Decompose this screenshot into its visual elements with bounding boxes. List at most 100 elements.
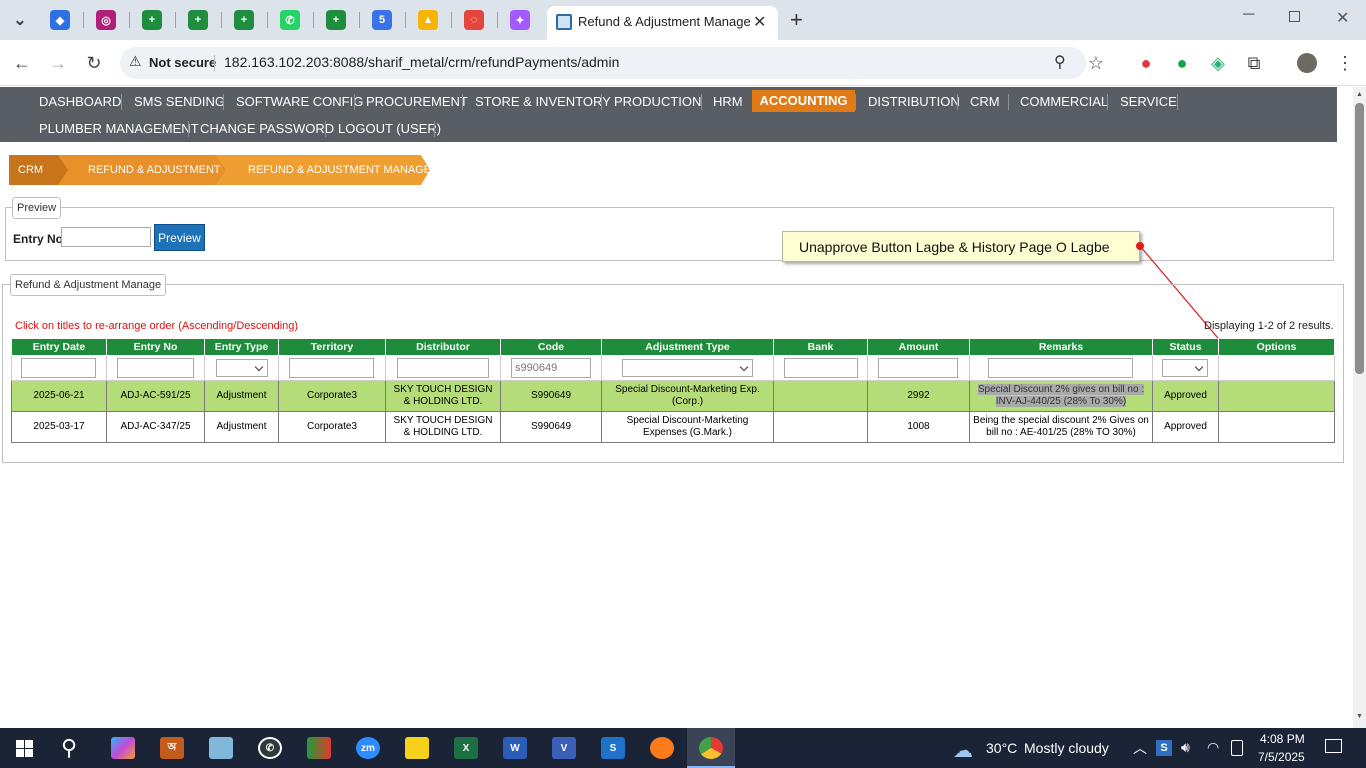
tray-chevron-up-icon[interactable]: ︿: [1133, 738, 1147, 758]
menu-item-service[interactable]: SERVICE: [1120, 91, 1177, 113]
calendar-icon[interactable]: 5: [372, 10, 392, 30]
battery-icon[interactable]: [1231, 740, 1243, 756]
col-territory[interactable]: Territory: [278, 338, 386, 356]
menu-item-logout-user[interactable]: LOGOUT (USER): [338, 118, 441, 140]
scrollbar-down-arrow-icon[interactable]: ▼: [1356, 713, 1363, 720]
security-label[interactable]: Not secure: [149, 55, 216, 70]
grammarly-icon[interactable]: ●: [1170, 51, 1194, 75]
tray-app-s-icon[interactable]: S: [1156, 740, 1172, 756]
figma-icon[interactable]: ✦: [510, 10, 530, 30]
col-entry-date[interactable]: Entry Date: [11, 338, 107, 356]
new-tab-button[interactable]: +: [790, 7, 803, 33]
breadcrumb-crm[interactable]: CRM: [18, 155, 43, 185]
menu-item-commercial[interactable]: COMMERCIAL: [1020, 91, 1108, 113]
minimize-window-icon[interactable]: ─: [1243, 6, 1254, 24]
files-icon[interactable]: [209, 737, 233, 759]
filter-territory-input[interactable]: [289, 358, 374, 378]
filter-entry-type-select[interactable]: [216, 359, 268, 377]
col-bank[interactable]: Bank: [773, 338, 868, 356]
table-row[interactable]: 2025-06-21 ADJ-AC-591/25 Adjustment Corp…: [11, 380, 1335, 412]
col-status[interactable]: Status: [1152, 338, 1219, 356]
bookmark-star-icon[interactable]: ☆: [1084, 51, 1108, 75]
reload-icon[interactable]: ↻: [82, 51, 106, 75]
excel-icon[interactable]: X: [454, 737, 478, 759]
app-icon[interactable]: [307, 737, 331, 759]
tab-list-icon[interactable]: ⌄: [10, 10, 30, 30]
app-icon[interactable]: অ: [160, 737, 184, 759]
whatsapp-icon[interactable]: ✆: [280, 10, 300, 30]
profile-avatar[interactable]: [1297, 53, 1317, 73]
filter-entry-date-input[interactable]: [21, 358, 96, 378]
menu-item-sms-sending[interactable]: SMS SENDING: [134, 91, 225, 113]
close-window-icon[interactable]: ✕: [1336, 8, 1349, 28]
col-adjustment-type[interactable]: Adjustment Type: [601, 338, 774, 356]
whatsapp-icon[interactable]: ✆: [258, 737, 282, 759]
sheets-icon[interactable]: +: [142, 10, 162, 30]
extensions-puzzle-icon[interactable]: ⧉: [1242, 51, 1266, 75]
url-text[interactable]: 182.163.102.203:8088/sharif_metal/crm/re…: [224, 54, 619, 70]
zoom-icon[interactable]: ⚲: [1054, 52, 1066, 72]
address-bar[interactable]: ⚠ Not secure 182.163.102.203:8088/sharif…: [120, 47, 1086, 79]
menu-item-store-inventory[interactable]: STORE & INVENTORY: [475, 91, 611, 113]
col-remarks[interactable]: Remarks: [969, 338, 1153, 356]
windows-start-icon[interactable]: [16, 740, 33, 757]
filter-bank-input[interactable]: [784, 358, 858, 378]
app-icon[interactable]: ◎: [96, 10, 116, 30]
filter-remarks-input[interactable]: [988, 358, 1133, 378]
extension-red-icon[interactable]: ●: [1134, 51, 1158, 75]
menu-item-accounting[interactable]: ACCOUNTING: [752, 90, 855, 112]
menu-item-crm[interactable]: CRM: [970, 91, 1000, 113]
entry-no-input[interactable]: [61, 227, 151, 247]
table-row[interactable]: 2025-03-17 ADJ-AC-347/25 Adjustment Corp…: [11, 411, 1335, 443]
menu-item-dashboard[interactable]: DASHBOARD: [39, 91, 121, 113]
col-entry-no[interactable]: Entry No: [106, 338, 205, 356]
extension-green-icon[interactable]: ◈: [1206, 51, 1230, 75]
volume-icon[interactable]: 🔊︎: [1181, 739, 1190, 756]
weather-temp[interactable]: 30°C: [986, 740, 1017, 756]
back-arrow-icon[interactable]: ←: [10, 51, 34, 75]
restore-window-icon[interactable]: [1289, 11, 1300, 22]
col-entry-type[interactable]: Entry Type: [204, 338, 279, 356]
drive-icon[interactable]: ▲: [418, 10, 438, 30]
app-icon[interactable]: ◆: [50, 10, 70, 30]
copilot-icon[interactable]: [111, 737, 135, 759]
firefox-icon[interactable]: [650, 737, 674, 759]
filter-status-select[interactable]: [1162, 359, 1208, 377]
chrome-icon[interactable]: [699, 737, 723, 759]
filter-entry-no-input[interactable]: [117, 358, 194, 378]
menu-item-production[interactable]: PRODUCTION: [614, 91, 701, 113]
wifi-icon[interactable]: ◠: [1207, 739, 1219, 756]
scrollbar-up-arrow-icon[interactable]: ▲: [1356, 91, 1363, 98]
sheets-icon[interactable]: +: [188, 10, 208, 30]
app-s-icon[interactable]: S: [601, 737, 625, 759]
filter-amount-input[interactable]: [878, 358, 958, 378]
close-tab-icon[interactable]: ✕: [753, 12, 766, 32]
browser-menu-icon[interactable]: ⋮: [1333, 51, 1357, 75]
page-scrollbar[interactable]: ▲ ▼: [1353, 87, 1366, 728]
menu-item-plumber-management[interactable]: PLUMBER MANAGEMENT: [39, 118, 199, 140]
clock-date[interactable]: 7/5/2025: [1258, 750, 1305, 764]
sheets-icon[interactable]: +: [326, 10, 346, 30]
sticky-notes-icon[interactable]: [405, 737, 429, 759]
col-amount[interactable]: Amount: [867, 338, 970, 356]
notification-icon[interactable]: [1325, 739, 1342, 753]
filter-code-input[interactable]: [511, 358, 591, 378]
breadcrumb-refund-adjustment[interactable]: REFUND & ADJUSTMENT: [88, 155, 221, 185]
visio-icon[interactable]: V: [552, 737, 576, 759]
word-icon[interactable]: W: [503, 737, 527, 759]
active-tab[interactable]: Refund & Adjustment Manage ✕: [547, 6, 778, 40]
weather-text[interactable]: Mostly cloudy: [1024, 740, 1109, 756]
preview-button[interactable]: Preview: [154, 224, 205, 251]
sheets-icon[interactable]: +: [234, 10, 254, 30]
forward-arrow-icon[interactable]: →: [46, 51, 70, 75]
clock-time[interactable]: 4:08 PM: [1260, 732, 1305, 746]
filter-adjustment-type-select[interactable]: [622, 359, 753, 377]
menu-item-procurement[interactable]: PROCUREMENT: [366, 91, 468, 113]
menu-item-change-password[interactable]: CHANGE PASSWORD: [200, 118, 334, 140]
scrollbar-thumb[interactable]: [1355, 103, 1364, 374]
search-icon[interactable]: ⚲: [61, 735, 77, 761]
app-icon[interactable]: ◌: [464, 10, 484, 30]
filter-distributor-input[interactable]: [397, 358, 489, 378]
col-code[interactable]: Code: [500, 338, 602, 356]
menu-item-hrm[interactable]: HRM: [713, 91, 743, 113]
